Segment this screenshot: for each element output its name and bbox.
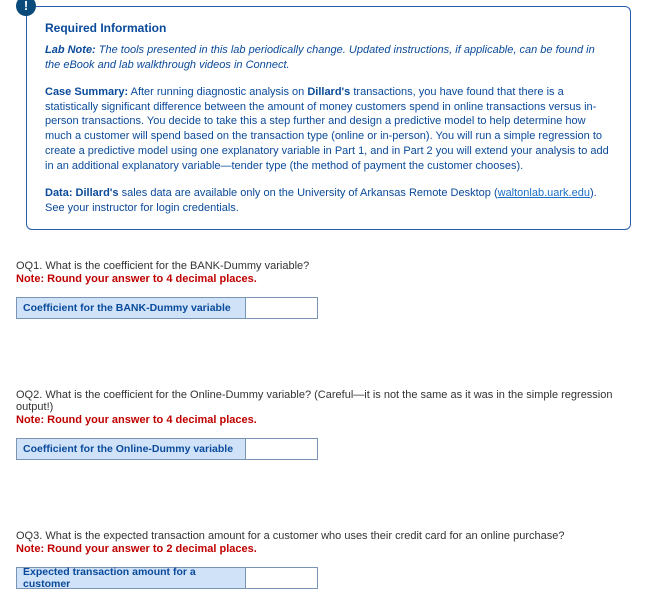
lab-note-text: The tools presented in this lab periodic… [45,44,595,71]
required-information-title: Required Information [45,21,612,35]
question-3-answer-input[interactable] [246,567,318,589]
question-1: OQ1. What is the coefficient for the BAN… [16,260,631,319]
lab-note-label: Lab Note: [45,44,96,56]
required-information-card: ! Required Information Lab Note: The too… [26,6,631,230]
data-text-1: sales data are available only on the Uni… [119,187,498,199]
case-summary-company: Dillard's [307,86,350,98]
case-summary-text-2: transactions, you have found that there … [45,86,609,172]
question-3-answer-row: Expected transaction amount for a custom… [16,567,631,589]
question-3-prompt: OQ3. What is the expected transaction am… [16,530,631,542]
question-2-prompt: OQ2. What is the coefficient for the Onl… [16,389,631,413]
question-2-answer-row: Coefficient for the Online-Dummy variabl… [16,438,631,460]
case-summary: Case Summary: After running diagnostic a… [45,85,612,174]
question-1-prompt: OQ1. What is the coefficient for the BAN… [16,260,631,272]
question-3: OQ3. What is the expected transaction am… [16,530,631,589]
question-2: OQ2. What is the coefficient for the Onl… [16,389,631,460]
case-summary-text-1: After running diagnostic analysis on [128,86,307,98]
data-block: Data: Dillard's sales data are available… [45,186,612,216]
question-3-answer-label: Expected transaction amount for a custom… [16,567,246,589]
question-1-answer-input[interactable] [246,297,318,319]
question-2-note: Note: Round your answer to 4 decimal pla… [16,414,631,426]
question-2-answer-label: Coefficient for the Online-Dummy variabl… [16,438,246,460]
data-label: Data: Dillard's [45,187,119,199]
question-3-note: Note: Round your answer to 2 decimal pla… [16,543,631,555]
question-1-answer-label: Coefficient for the BANK-Dummy variable [16,297,246,319]
data-link[interactable]: waltonlab.uark.edu [498,187,590,199]
lab-note: Lab Note: The tools presented in this la… [45,43,612,73]
info-badge-icon: ! [16,0,36,16]
question-1-note: Note: Round your answer to 4 decimal pla… [16,273,631,285]
question-2-answer-input[interactable] [246,438,318,460]
question-1-answer-row: Coefficient for the BANK-Dummy variable [16,297,631,319]
case-summary-label: Case Summary: [45,86,128,98]
